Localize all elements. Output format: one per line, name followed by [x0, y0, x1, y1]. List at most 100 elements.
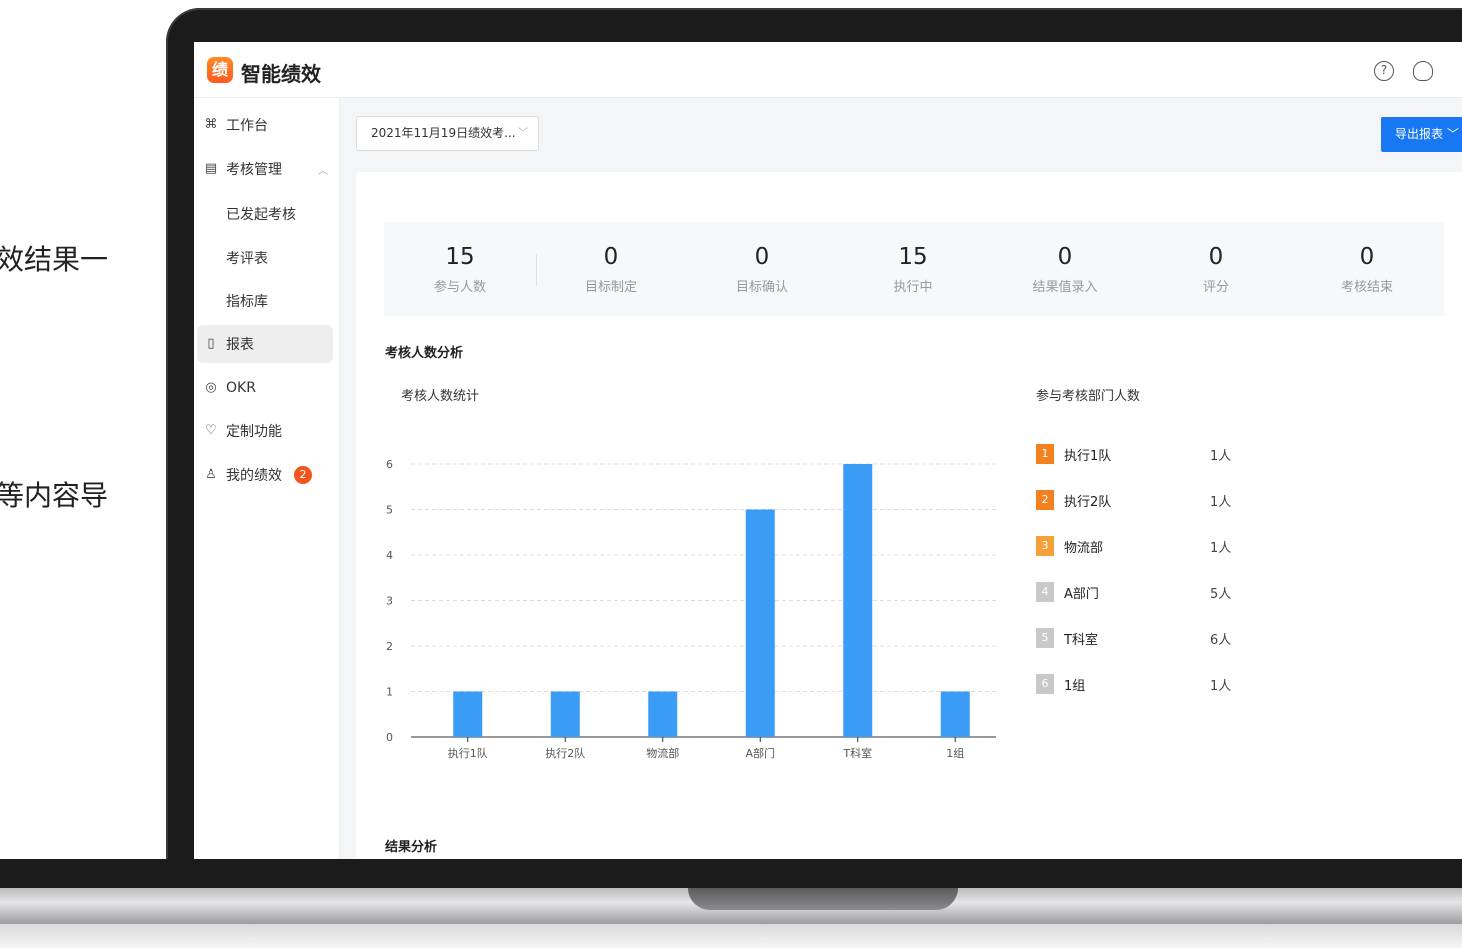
- main-content: 2021年11月19日绩效考... ﹀ 导出报表 ﹀ 15 参与人数 0 目标制…: [340, 98, 1462, 859]
- stat-goal-setting: 0 目标制定: [535, 222, 687, 316]
- sidebar-item-label: 我的绩效: [226, 468, 282, 484]
- grid-icon: ⌘: [204, 117, 218, 132]
- rank-badge: 3: [1036, 536, 1054, 556]
- report-card: 15 参与人数 0 目标制定 0 目标确认 15 执行中 0 结果值录入 0 评…: [356, 172, 1462, 859]
- y-tick-label: 1: [386, 686, 393, 699]
- headcount-bar-chart: 0 1 2 3 4 5 6 执行1队 执行2队 物流部 A部门 T科室 1组: [386, 458, 996, 760]
- legend-value: 6人: [1210, 633, 1232, 648]
- rank-badge: 5: [1036, 628, 1054, 648]
- bar: [843, 464, 873, 737]
- stat-label: 目标确认: [735, 280, 788, 295]
- sidebar-item-label: 报表: [226, 337, 254, 353]
- sidebar-subitem-evaluation-form[interactable]: 考评表: [226, 248, 268, 268]
- stat-executing: 15 执行中: [837, 222, 989, 316]
- chart-title: 考核人数统计: [401, 389, 480, 404]
- laptop-foot: [0, 924, 1462, 948]
- laptop-base: [0, 888, 1462, 924]
- custom-icon: ♡: [205, 423, 217, 438]
- sidebar-item-assessment[interactable]: ▤ 考核管理 ︿: [197, 150, 333, 188]
- x-tick-label: 执行2队: [545, 746, 585, 760]
- sidebar: ⌘ 工作台 ▤ 考核管理 ︿ 已发起考核 考评表 指标库 ▯ 报表 ◎ OKR …: [194, 98, 340, 859]
- stat-scoring: 0 评分: [1140, 222, 1292, 316]
- notification-badge: 2: [294, 466, 312, 484]
- rank-badge: 1: [1036, 444, 1054, 464]
- user-icon: ♙: [205, 467, 217, 482]
- side-caption-1: 效结果一: [0, 243, 109, 276]
- sidebar-item-my-performance[interactable]: ♙ 我的绩效 2: [197, 456, 333, 494]
- y-tick-label: 4: [386, 549, 393, 562]
- stat-label: 目标制定: [584, 280, 637, 295]
- stat-label: 结果值录入: [1032, 280, 1098, 295]
- stat-value: 15: [445, 244, 475, 270]
- okr-icon: ◎: [205, 380, 217, 395]
- sidebar-item-label: OKR: [226, 380, 256, 396]
- sidebar-item-okr[interactable]: ◎ OKR: [197, 369, 333, 407]
- legend-row: 2 执行2队 1人: [1036, 490, 1276, 510]
- stat-value: 0: [1208, 244, 1224, 270]
- stat-label: 考核结束: [1340, 280, 1393, 295]
- legend-name: 1组: [1064, 679, 1086, 694]
- stats-row: 15 参与人数 0 目标制定 0 目标确认 15 执行中 0 结果值录入 0 评…: [384, 222, 1444, 316]
- stat-value: 0: [1057, 244, 1073, 270]
- sidebar-item-custom[interactable]: ♡ 定制功能: [197, 412, 333, 450]
- stat-label: 参与人数: [433, 280, 486, 295]
- stat-finished: 0 考核结束: [1291, 222, 1443, 316]
- screen-bezel-bottom: [0, 859, 1462, 888]
- x-tick-label: 1组: [946, 746, 964, 760]
- stat-value: 0: [1359, 244, 1375, 270]
- sidebar-item-workbench[interactable]: ⌘ 工作台: [197, 106, 333, 144]
- report-icon: ▯: [207, 336, 215, 351]
- y-tick-label: 6: [386, 458, 393, 471]
- y-tick-label: 2: [386, 640, 393, 653]
- stat-result-entry: 0 结果值录入: [989, 222, 1141, 316]
- stat-value: 0: [754, 244, 770, 270]
- sidebar-subitem-indicator-lib[interactable]: 指标库: [226, 291, 268, 311]
- legend-row: 6 1组 1人: [1036, 674, 1276, 694]
- y-tick-label: 0: [386, 731, 393, 744]
- x-tick-label: 物流部: [646, 746, 679, 760]
- sidebar-item-label: 工作台: [226, 118, 268, 134]
- legend-row: 3 物流部 1人: [1036, 536, 1276, 556]
- app-logo-icon: 绩: [207, 57, 233, 83]
- sidebar-subitem-launched[interactable]: 已发起考核: [226, 204, 296, 224]
- stat-label: 评分: [1202, 280, 1229, 295]
- app-header: 绩 智能绩效 ?: [194, 42, 1462, 98]
- y-tick-label: 3: [386, 595, 393, 608]
- sidebar-item-label: 定制功能: [226, 424, 282, 440]
- legend-value: 1人: [1210, 449, 1232, 464]
- rank-badge: 2: [1036, 490, 1054, 510]
- section-title-headcount: 考核人数分析: [385, 346, 464, 361]
- x-tick-label: A部门: [745, 746, 775, 760]
- side-caption-2: 等内容导: [0, 479, 109, 512]
- legend-value: 1人: [1210, 679, 1232, 694]
- bar: [453, 691, 483, 737]
- bar: [550, 691, 580, 737]
- export-report-button[interactable]: 导出报表 ﹀: [1381, 117, 1462, 152]
- legend-value: 1人: [1210, 541, 1232, 556]
- laptop-notch: [688, 888, 958, 910]
- bar: [940, 691, 970, 737]
- legend-row: 4 A部门 5人: [1036, 582, 1276, 602]
- dept-title: 参与考核部门人数: [1036, 389, 1141, 404]
- legend-value: 1人: [1210, 495, 1232, 510]
- legend-name: A部门: [1064, 587, 1099, 602]
- assess-icon: ▤: [204, 161, 218, 176]
- assessment-select[interactable]: 2021年11月19日绩效考... ﹀: [356, 116, 539, 151]
- legend-name: T科室: [1064, 633, 1098, 648]
- assessment-select-value: 2021年11月19日绩效考...: [371, 126, 516, 140]
- chevron-up-icon[interactable]: ︿: [318, 162, 328, 177]
- bar: [648, 691, 678, 737]
- app-title: 智能绩效: [241, 62, 321, 86]
- chevron-down-icon: ﹀: [1446, 127, 1459, 141]
- x-tick-label: 执行1队: [448, 746, 488, 760]
- sidebar-item-label: 考核管理: [226, 162, 282, 178]
- help-icon[interactable]: ?: [1374, 61, 1394, 81]
- legend-value: 5人: [1210, 587, 1232, 602]
- legend-row: 1 执行1队 1人: [1036, 444, 1276, 464]
- stat-value: 0: [603, 244, 619, 270]
- rank-badge: 4: [1036, 582, 1054, 602]
- rank-badge: 6: [1036, 674, 1054, 694]
- bulb-icon[interactable]: [1413, 61, 1433, 81]
- sidebar-item-reports[interactable]: ▯ 报表: [197, 325, 333, 363]
- legend-name: 物流部: [1064, 541, 1104, 556]
